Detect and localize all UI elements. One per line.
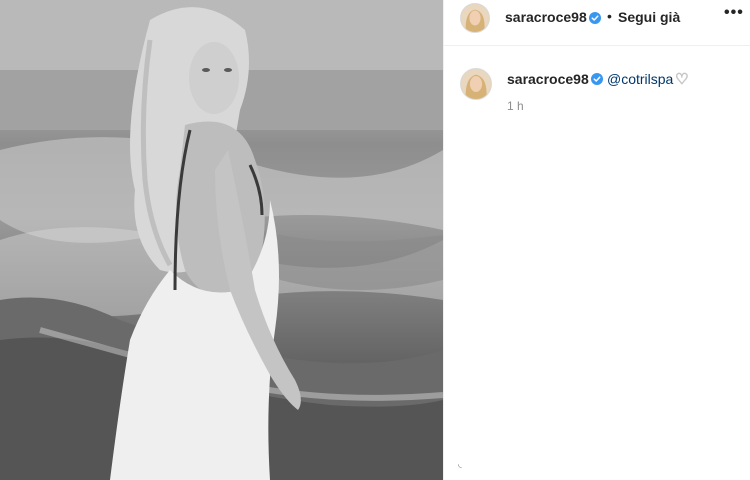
post-photo[interactable]	[0, 0, 443, 480]
verified-badge-icon	[591, 73, 603, 85]
caption-username[interactable]: saracroce98	[507, 71, 589, 87]
caption-timestamp[interactable]: 1 h	[507, 99, 524, 113]
post-photo-illustration	[0, 0, 443, 480]
more-options-icon[interactable]: •••	[724, 5, 744, 26]
avatar[interactable]	[460, 3, 490, 33]
scroll-indicator-icon: ◟	[458, 459, 462, 470]
verified-badge-icon	[589, 12, 601, 24]
header-username[interactable]: saracroce98	[505, 9, 587, 25]
avatar-image	[461, 69, 491, 99]
caption-mention-link[interactable]: @cotrilspa	[607, 71, 673, 87]
avatar[interactable]	[460, 68, 492, 100]
following-button[interactable]: Segui già	[618, 9, 680, 25]
white-heart-emoji-icon: ♡	[674, 71, 689, 89]
avatar-image	[461, 4, 489, 32]
post-side-panel: saracroce98 • Segui già ••• saracroce98 …	[443, 0, 750, 480]
header-separator: •	[607, 8, 612, 24]
post-header: saracroce98 • Segui già •••	[444, 0, 750, 46]
